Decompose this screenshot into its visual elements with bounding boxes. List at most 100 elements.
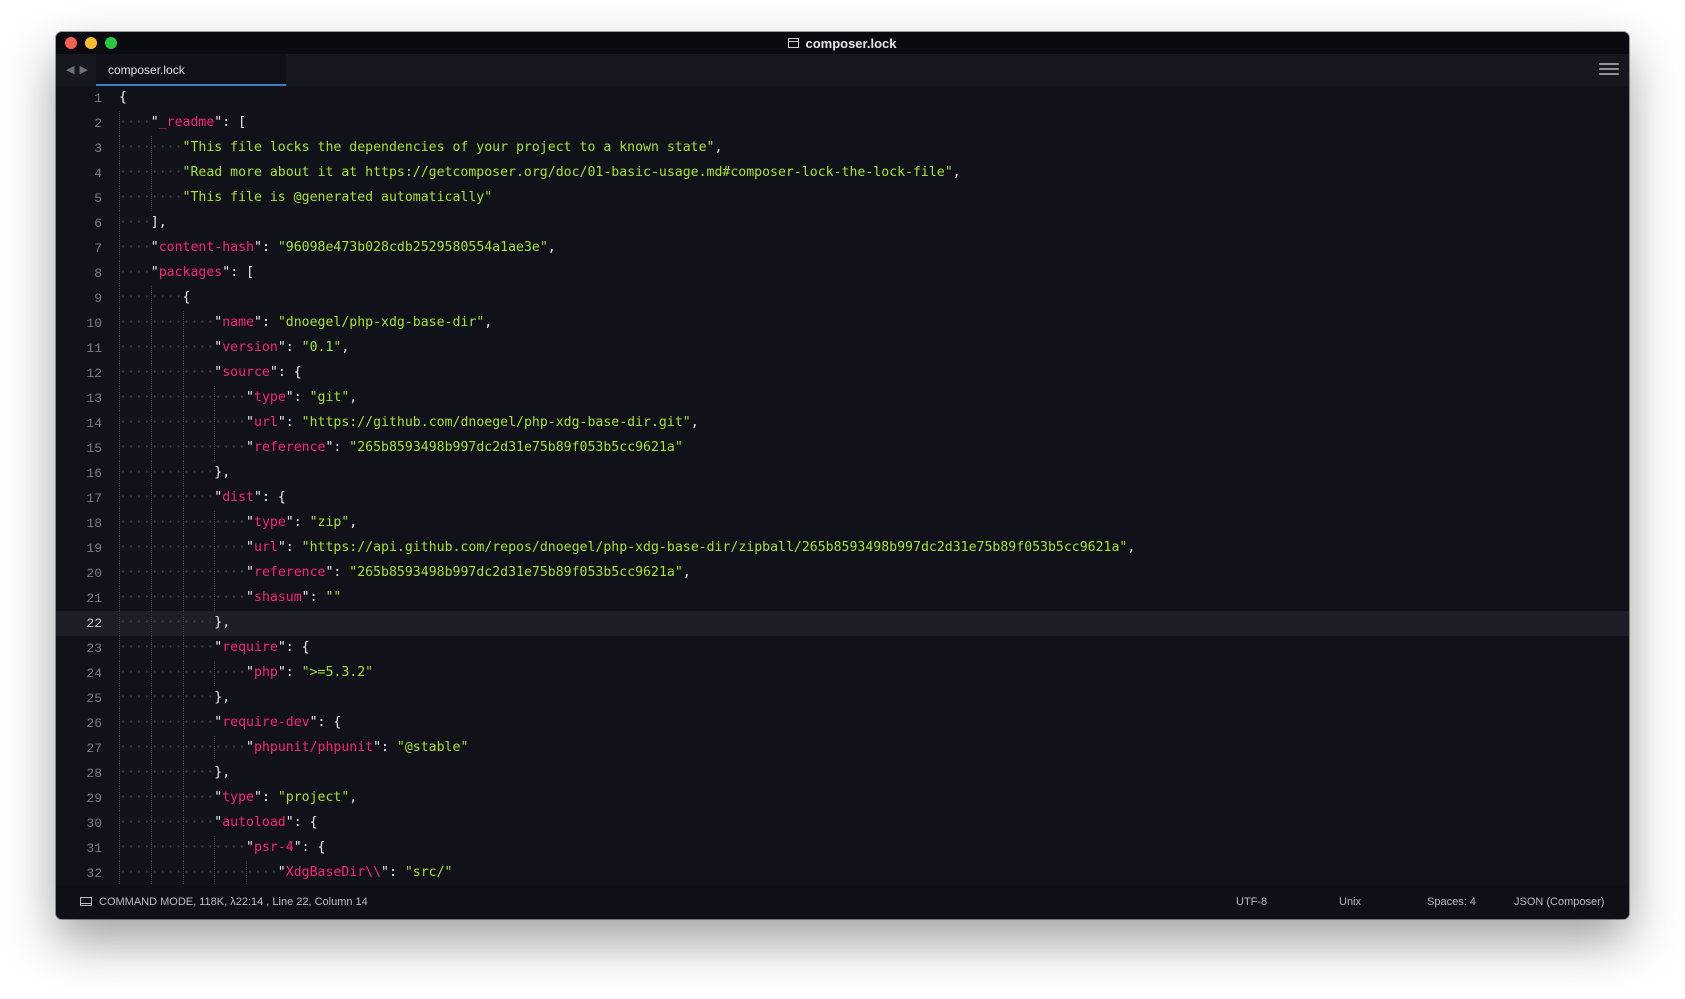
line-number: 11 [86, 341, 102, 356]
code-line[interactable]: 31 ················"psr-4": { [56, 836, 1629, 861]
punctuation: }, [214, 765, 231, 780]
code-line[interactable]: 9 ········{ [56, 286, 1629, 311]
code-line[interactable]: 5 ········"This file is @generated automa… [56, 186, 1629, 211]
json-key: dist [222, 490, 254, 505]
code-line[interactable]: 6 ····], [56, 211, 1629, 236]
editor-window: composer.lock ◀ ▶ composer.lock 1{2 ····"… [56, 32, 1629, 919]
code-text: ················"url": "https://github.c… [119, 415, 699, 430]
status-line-endings[interactable]: Unix [1339, 896, 1361, 908]
whitespace-dots: ················ [119, 540, 247, 555]
status-encoding[interactable]: UTF-8 [1236, 896, 1267, 908]
code-line[interactable]: 14 ················"url": "https://github… [56, 411, 1629, 436]
line-number: 21 [86, 591, 102, 606]
punctuation: " [150, 265, 159, 280]
code-line[interactable]: 18 ················"type": "zip", [56, 511, 1629, 536]
tab-back-icon[interactable]: ◀ [66, 63, 74, 76]
punctuation: ": [325, 440, 350, 455]
code-text: ····"content-hash": "96098e473b028cdb252… [119, 240, 556, 255]
punctuation: ": [373, 740, 397, 755]
code-line[interactable]: 8 ····"packages": [ [56, 261, 1629, 286]
code-line[interactable]: 28 ············}, [56, 761, 1629, 786]
code-line[interactable]: 21 ················"shasum": "" [56, 586, 1629, 611]
code-line[interactable]: 4 ········"Read more about it at https://… [56, 161, 1629, 186]
status-indentation[interactable]: Spaces: 4 [1427, 896, 1476, 908]
json-string: "This file is @generated automatically" [182, 190, 493, 205]
punctuation: " [246, 840, 254, 855]
whitespace-dots: ········ [119, 190, 183, 205]
json-key: content-hash [158, 240, 254, 255]
punctuation: ": { [293, 840, 326, 855]
code-text: ················"phpunit/phpunit": "@sta… [119, 740, 468, 755]
zoom-window-button[interactable] [105, 37, 117, 49]
code-text: ················"reference": "265b859349… [119, 565, 691, 580]
code-line[interactable]: 29 ············"type": "project", [56, 786, 1629, 811]
punctuation: , [690, 415, 699, 430]
tab-composer-lock[interactable]: composer.lock [96, 54, 286, 86]
punctuation: ": [381, 865, 405, 880]
code-line[interactable]: 27 ················"phpunit/phpunit": "@s… [56, 736, 1629, 761]
line-number: 4 [94, 166, 102, 181]
code-text: ················"url": "https://api.gith… [119, 540, 1135, 555]
line-number: 5 [94, 191, 102, 206]
whitespace-dots: ············ [119, 640, 215, 655]
code-line[interactable]: 23 ············"require": { [56, 636, 1629, 661]
json-key: shasum [254, 590, 302, 605]
code-line[interactable]: 24 ················"php": ">=5.3.2" [56, 661, 1629, 686]
code-text: ············"version": "0.1", [119, 340, 349, 355]
punctuation: { [182, 290, 191, 305]
punctuation: " [246, 740, 254, 755]
whitespace-dots: ············ [119, 765, 215, 780]
punctuation: " [246, 665, 254, 680]
code-line[interactable]: 10 ············"name": "dnoegel/php-xdg-b… [56, 311, 1629, 336]
code-line[interactable]: 1{ [56, 86, 1629, 111]
code-line[interactable]: 7 ····"content-hash": "96098e473b028cdb25… [56, 236, 1629, 261]
punctuation: " [150, 240, 159, 255]
code-line[interactable]: 3 ········"This file locks the dependenci… [56, 136, 1629, 161]
document-icon [788, 38, 800, 48]
code-line[interactable]: 17 ············"dist": { [56, 486, 1629, 511]
code-line[interactable]: 11 ············"version": "0.1", [56, 336, 1629, 361]
punctuation: ": [285, 390, 310, 405]
code-line[interactable]: 13 ················"type": "git", [56, 386, 1629, 411]
whitespace-dots: ········ [119, 165, 183, 180]
punctuation: }, [214, 690, 231, 705]
tab-forward-icon[interactable]: ▶ [79, 63, 87, 76]
whitespace-dots: ············ [119, 615, 215, 630]
json-key: type [222, 790, 254, 805]
code-line[interactable]: 22 ············}, [56, 611, 1629, 636]
line-number: 29 [86, 791, 102, 806]
punctuation: ": [277, 665, 302, 680]
json-key: phpunit/phpunit [254, 740, 374, 755]
whitespace-dots: ················ [119, 390, 247, 405]
code-line[interactable]: 25 ············}, [56, 686, 1629, 711]
json-key: source [222, 365, 270, 380]
whitespace-dots: ················ [119, 590, 247, 605]
punctuation: , [349, 515, 358, 530]
panel-toggle-icon[interactable] [80, 897, 92, 906]
status-syntax[interactable]: JSON (Composer) [1514, 896, 1604, 908]
punctuation: ": [285, 515, 310, 530]
code-line[interactable]: 15 ················"reference": "265b8593… [56, 436, 1629, 461]
code-line[interactable]: 32 ····················"XdgBaseDir\\": "s… [56, 861, 1629, 885]
line-number: 1 [94, 91, 102, 106]
code-line[interactable]: 20 ················"reference": "265b8593… [56, 561, 1629, 586]
code-line[interactable]: 30 ············"autoload": { [56, 811, 1629, 836]
code-line[interactable]: 19 ················"url": "https://api.gi… [56, 536, 1629, 561]
code-text: ············}, [119, 765, 230, 780]
code-line[interactable]: 2 ····"_readme": [ [56, 111, 1629, 136]
code-text: ············"source": { [119, 365, 302, 380]
code-text: ············}, [119, 465, 230, 480]
punctuation: " [150, 115, 159, 130]
whitespace-dots: ············ [119, 790, 215, 805]
json-string: "Read more about it at https://getcompos… [182, 165, 953, 180]
close-window-button[interactable] [65, 37, 77, 49]
code-editor[interactable]: 1{2 ····"_readme": [3 ········"This file l… [56, 86, 1629, 885]
hamburger-menu-icon[interactable] [1599, 63, 1619, 77]
line-number: 28 [86, 766, 102, 781]
code-line[interactable]: 12 ············"source": { [56, 361, 1629, 386]
minimize-window-button[interactable] [85, 37, 97, 49]
code-line[interactable]: 26 ············"require-dev": { [56, 711, 1629, 736]
code-line[interactable]: 16 ············}, [56, 461, 1629, 486]
code-text: ············"dist": { [119, 490, 286, 505]
code-text: ················"type": "zip", [119, 515, 357, 530]
